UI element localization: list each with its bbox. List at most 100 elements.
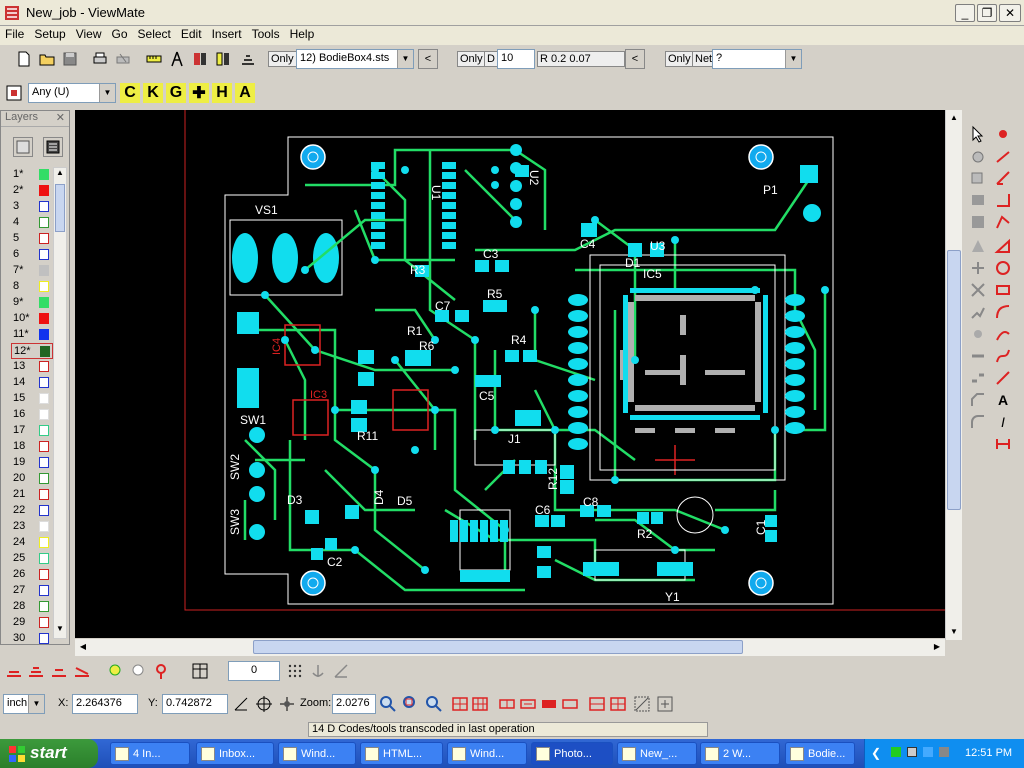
layer-color-swatch[interactable] [39,217,49,228]
layers-scroll-thumb[interactable] [55,184,65,232]
explode-tool-icon[interactable] [968,324,988,344]
layer-row[interactable]: 23 [11,519,53,535]
drc-tool-button[interactable] [190,49,210,69]
only-net-toggle[interactable]: Only [665,51,694,67]
bulb-off-icon[interactable] [128,661,148,681]
save-button[interactable] [60,49,80,69]
print-setup-button[interactable] [113,49,133,69]
layer-color-swatch[interactable] [39,457,49,468]
menu-view[interactable]: View [71,26,107,41]
menu-edit[interactable]: Edit [176,26,207,41]
taskbar-button[interactable]: HTML... [360,742,443,765]
menu-setup[interactable]: Setup [29,26,70,41]
zoom-all-icon[interactable] [424,694,444,714]
layer-row[interactable]: 29 [11,615,53,631]
open-folder-button[interactable] [37,49,57,69]
layer-color-swatch[interactable] [39,505,49,516]
layer-row[interactable]: 16 [11,407,53,423]
monitor-icon[interactable] [907,747,917,757]
previous-layer-button[interactable]: < [418,49,438,69]
draw-curve-icon[interactable] [993,346,1013,366]
anchor-icon[interactable] [308,661,328,681]
break-tool-icon[interactable] [968,368,988,388]
text-tool-icon[interactable]: A [993,390,1013,410]
layer-color-swatch[interactable] [39,185,49,196]
array-1-icon[interactable] [587,694,607,714]
layer-row[interactable]: 10* [11,311,53,327]
connection-icon[interactable] [923,747,933,757]
layer-single-view-button[interactable] [13,137,33,157]
layer-row[interactable]: 11* [11,327,53,343]
layer-color-swatch[interactable] [39,249,49,260]
canvas-vertical-scrollbar[interactable]: ▲ ▼ [945,110,962,640]
draw-spline-icon[interactable] [993,368,1013,388]
layer-row[interactable]: 9* [11,295,53,311]
clock[interactable]: 12:51 PM [965,747,1012,759]
draw-line-icon[interactable] [993,147,1013,167]
drc-check-2-icon[interactable] [26,661,46,681]
layer-row[interactable]: 6 [11,247,53,263]
layer-color-swatch[interactable] [39,473,49,484]
drc-check-1-icon[interactable] [4,661,24,681]
layer-row[interactable]: 22 [11,503,53,519]
scroll-down-icon[interactable]: ▼ [946,624,962,640]
draw-polyline-icon[interactable] [993,212,1013,232]
layer-color-swatch[interactable] [39,361,49,372]
layer-row[interactable]: 26 [11,567,53,583]
layer-color-swatch[interactable] [39,537,49,548]
rectangle-tool-icon[interactable] [968,212,988,232]
probe-icon[interactable] [151,661,171,681]
draw-circle-icon[interactable] [993,258,1013,278]
layer-color-swatch[interactable] [39,585,49,596]
vertical-scroll-thumb[interactable] [947,250,961,510]
zoom-field[interactable]: 2.0276 [332,694,376,714]
menu-file[interactable]: File [0,26,29,41]
draw-line-45-icon[interactable] [993,168,1013,188]
tray-arrow-icon[interactable]: ❮ [871,746,881,760]
layer-color-swatch[interactable] [39,553,49,564]
menu-tools[interactable]: Tools [247,26,285,41]
angle-icon[interactable] [231,694,251,714]
layer-color-swatch[interactable] [39,201,49,212]
layer-row[interactable]: 18 [11,439,53,455]
layer-row[interactable]: 25 [11,551,53,567]
join-tool-icon[interactable] [968,346,988,366]
layer-row[interactable]: 30 [11,631,53,647]
panel-grid-2-icon[interactable] [470,694,490,714]
redraw-icon[interactable] [655,694,675,714]
highlight-icon[interactable] [105,661,125,681]
draw-pad-icon[interactable] [993,124,1013,144]
dimension-tool-icon[interactable] [993,434,1013,454]
taskbar-button[interactable]: Inbox... [196,742,274,765]
scale-tool-icon[interactable] [968,280,988,300]
fillet-tool-icon[interactable] [968,412,988,432]
compass-tool-button[interactable] [167,49,187,69]
layer-color-swatch[interactable] [39,233,49,244]
layer-color-swatch[interactable] [39,377,49,388]
minimize-button[interactable]: _ [955,4,975,22]
move-tool-icon[interactable] [968,147,988,167]
origin-icon[interactable] [277,694,297,714]
start-button[interactable]: start [0,739,98,768]
layer-row[interactable]: 1* [11,167,53,183]
layer-color-swatch[interactable] [39,297,49,308]
array-2-icon[interactable] [608,694,628,714]
taskbar-button[interactable]: Wind... [447,742,527,765]
layer-row[interactable]: 13 [11,359,53,375]
layer-color-swatch[interactable] [39,393,49,404]
layer-all-view-button[interactable] [43,137,63,157]
grid-table-icon[interactable] [190,661,210,681]
scroll-up-icon[interactable]: ▲ [946,110,962,126]
select-g-button[interactable]: G [166,83,186,103]
layer-color-swatch[interactable] [39,521,49,532]
draw-line-90-icon[interactable] [993,190,1013,210]
layer-row[interactable]: 21 [11,487,53,503]
layer-row[interactable]: 4 [11,215,53,231]
y-coordinate-field[interactable]: 0.742872 [162,694,228,714]
select-c-button[interactable]: C [120,83,140,103]
layer-row[interactable]: 28 [11,599,53,615]
taskbar-button[interactable]: Bodie... [785,742,855,765]
dcode-input[interactable]: 10 [497,49,535,69]
unit-select[interactable]: inch ▼ [3,694,45,714]
taskbar-button[interactable]: 4 In... [110,742,190,765]
